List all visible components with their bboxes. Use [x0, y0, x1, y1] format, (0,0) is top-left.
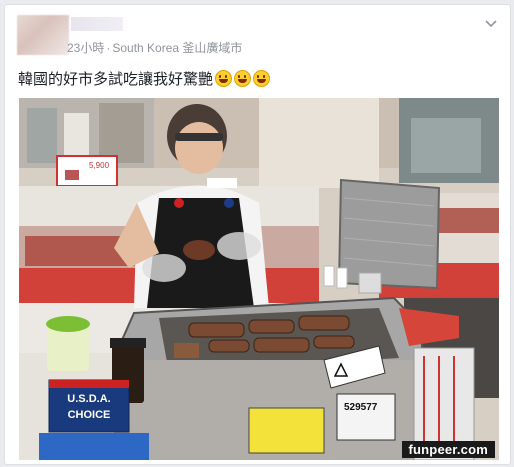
usda-line2: CHOICE: [68, 409, 111, 421]
grinning-face-icon: [253, 70, 271, 87]
grinning-face-icon: [215, 70, 233, 87]
price-tag-label: 5,900: [89, 161, 110, 170]
photo-scene: 5,900 529577 U.S.D.A. CHOICE: [19, 98, 499, 460]
post-photo[interactable]: 5,900 529577 U.S.D.A. CHOICE funpeer.com: [19, 98, 499, 460]
usda-choice-sign: U.S.D.A. CHOICE: [48, 379, 130, 433]
post-meta: 23小時 · South Korea 釜山廣域市: [67, 39, 242, 56]
post-message: 韓國的好市多試吃讓我好驚艷: [18, 71, 214, 88]
grinning-face-icon: [234, 70, 252, 87]
number-sign-label: 529577: [344, 402, 378, 413]
post-text: 韓國的好市多試吃讓我好驚艷: [18, 68, 271, 89]
post-card: 23小時 · South Korea 釜山廣域市 韓國的好市多試吃讓我好驚艷 5…: [4, 4, 511, 465]
watermark: funpeer.com: [401, 441, 495, 458]
chevron-down-icon[interactable]: [484, 19, 498, 29]
post-location[interactable]: South Korea 釜山廣域市: [112, 41, 242, 55]
avatar[interactable]: [17, 15, 69, 55]
usda-line1: U.S.D.A.: [67, 393, 110, 405]
price-tag: 5,900: [56, 155, 118, 187]
author-name-blurred[interactable]: [71, 17, 123, 31]
post-timestamp[interactable]: 23小時: [67, 41, 104, 55]
